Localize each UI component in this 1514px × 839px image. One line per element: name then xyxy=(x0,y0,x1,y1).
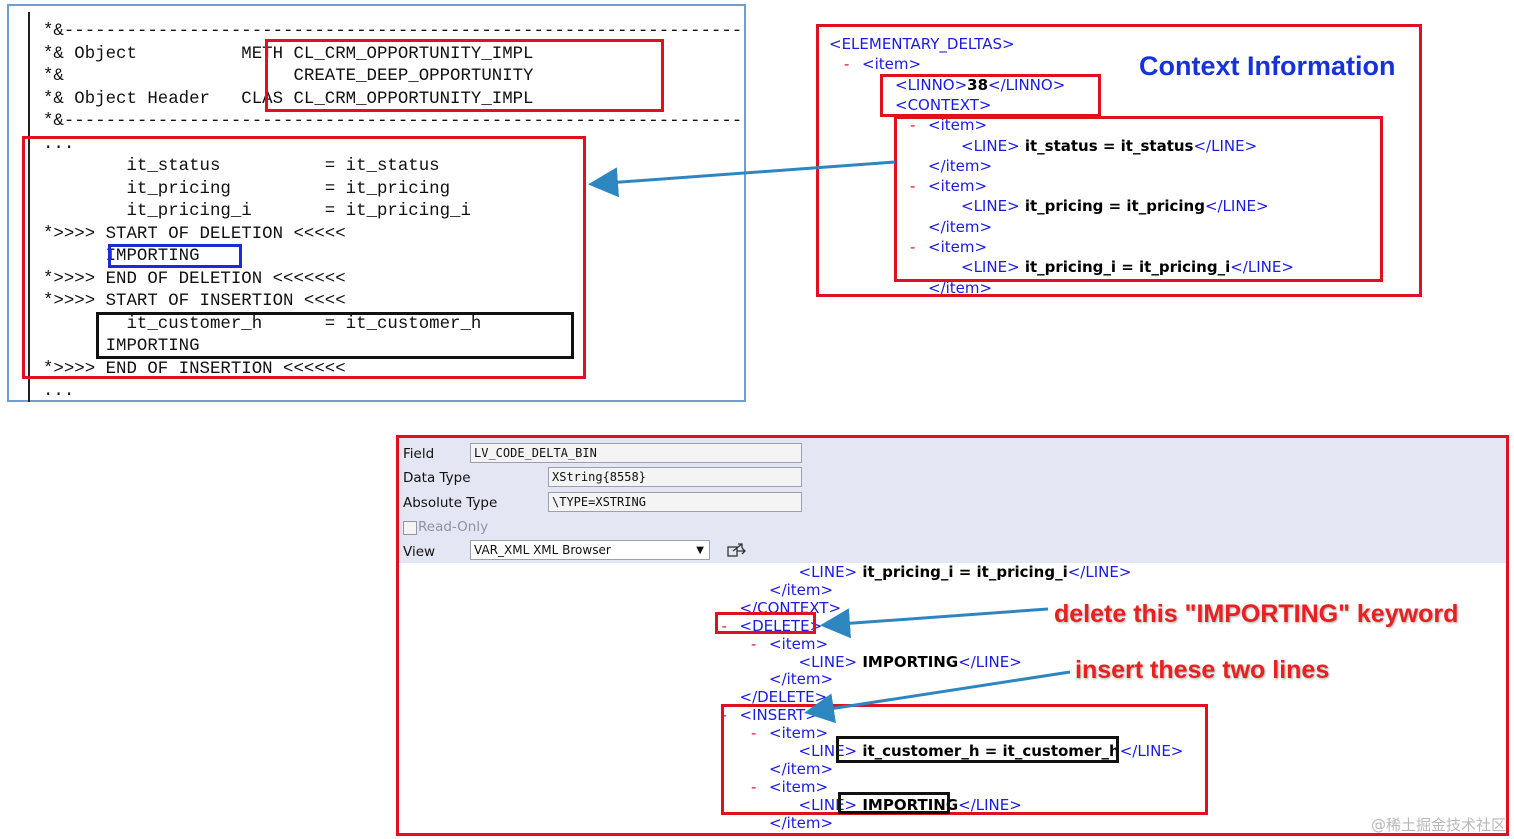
context-arrow xyxy=(588,160,896,198)
watermark: @稀土掘金技术社区 xyxy=(1370,816,1506,834)
annotation-arrows xyxy=(588,160,1071,724)
delete-arrow xyxy=(820,607,1049,639)
insert-arrow xyxy=(804,670,1071,724)
